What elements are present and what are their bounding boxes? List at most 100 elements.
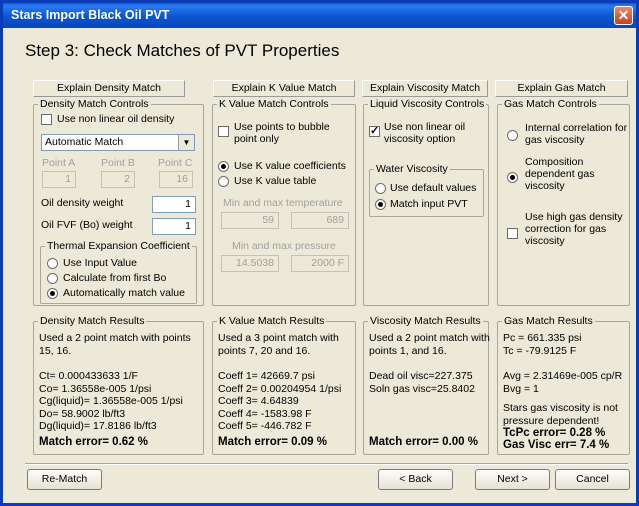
viscosity-controls-group: Liquid Viscosity Controls Use non linear… xyxy=(363,98,489,306)
gas-results-title: Gas Match Results xyxy=(502,315,595,327)
gas-controls-group: Gas Match Controls Internal correlation … xyxy=(497,98,630,306)
thermal-auto-radio[interactable] xyxy=(47,288,58,299)
rematch-button[interactable]: Re-Match xyxy=(27,469,102,490)
density-controls-group: Density Match Controls Use non linear oi… xyxy=(33,98,204,306)
oil-density-weight-label: Oil density weight xyxy=(41,197,124,209)
point-a-label: Point A xyxy=(42,157,76,169)
viscosity-results-summary: Used a 2 point match with points 1, and … xyxy=(369,332,490,357)
point-b-input[interactable]: 2 xyxy=(101,171,135,188)
gas-results-values: Avg = 2.31469e-005 cp/R Bvg = 1 xyxy=(503,370,623,395)
viscosity-controls-title: Liquid Viscosity Controls xyxy=(368,98,487,110)
point-c-label: Point C xyxy=(158,157,193,169)
kvalue-controls-group: K Value Match Controls Use points to bub… xyxy=(212,98,356,306)
viscosity-match-error: Match error= 0.00 % xyxy=(369,436,478,448)
kvalue-match-error: Match error= 0.09 % xyxy=(218,436,327,448)
viscosity-results-values: Dead oil visc=227.375 Soln gas visc=25.8… xyxy=(369,370,475,395)
viscosity-results-title: Viscosity Match Results xyxy=(368,315,483,327)
high-density-label-line1: Use high gas density xyxy=(525,211,623,223)
density-match-select[interactable]: Automatic Match ▼ xyxy=(41,134,195,151)
point-c-input[interactable]: 16 xyxy=(159,171,193,188)
high-density-label-line2: correction for gas xyxy=(525,223,607,235)
chevron-down-icon[interactable]: ▼ xyxy=(178,135,194,150)
bubble-point-label-line1: Use points to bubble xyxy=(234,121,330,133)
nonlinear-viscosity-label-line2: viscosity option xyxy=(384,133,456,145)
cancel-button[interactable]: Cancel xyxy=(555,469,630,490)
temp-max-input[interactable]: 689 xyxy=(291,212,349,229)
point-a-input[interactable]: 1 xyxy=(42,171,76,188)
kvalue-results-group: K Value Match Results Used a 3 point mat… xyxy=(212,315,356,455)
bubble-point-label-line2: point only xyxy=(234,133,279,145)
gas-composition-label-line1: Composition xyxy=(525,156,584,168)
gas-composition-label-line3: viscosity xyxy=(525,180,565,192)
pressure-min-input[interactable]: 14.5038 xyxy=(221,255,279,272)
kvalue-results-values: Coeff 1= 42669.7 psi Coeff 2= 0.00204954… xyxy=(218,370,342,432)
water-viscosity-title: Water Viscosity xyxy=(374,163,450,175)
title-bar: Stars Import Black Oil PVT ✕ xyxy=(3,3,636,28)
kvalue-table-radio[interactable] xyxy=(218,176,229,187)
pressure-max-input[interactable]: 2000 F xyxy=(291,255,349,272)
oil-fvf-weight-input[interactable]: 1 xyxy=(152,218,196,235)
water-match-radio[interactable] xyxy=(375,199,386,210)
water-default-label: Use default values xyxy=(390,182,477,194)
density-results-values: Ct= 0.000433633 1/F Co= 1.36558e-005 1/p… xyxy=(39,370,183,432)
density-results-title: Density Match Results xyxy=(38,315,147,327)
next-button[interactable]: Next > xyxy=(475,469,550,490)
bubble-point-checkbox[interactable] xyxy=(218,126,229,137)
water-default-radio[interactable] xyxy=(375,183,386,194)
kvalue-results-title: K Value Match Results xyxy=(217,315,327,327)
point-b-label: Point B xyxy=(101,157,135,169)
explain-gas-button[interactable]: Explain Gas Match xyxy=(495,80,628,97)
density-match-value: Automatic Match xyxy=(45,136,124,148)
kvalue-table-label: Use K value table xyxy=(234,175,317,187)
gas-results-note: Stars gas viscosity is not pressure depe… xyxy=(503,402,618,427)
density-controls-title: Density Match Controls xyxy=(38,98,151,110)
gas-internal-label-line1: Internal correlation for xyxy=(525,122,628,134)
oil-density-weight-input[interactable]: 1 xyxy=(152,196,196,213)
density-results-group: Density Match Results Used a 2 point mat… xyxy=(33,315,204,455)
gas-composition-label-line2: dependent gas xyxy=(525,168,595,180)
thermal-first-bo-label: Calculate from first Bo xyxy=(63,272,167,284)
kvalue-coeff-label: Use K value coefficients xyxy=(234,160,346,172)
gas-internal-radio[interactable] xyxy=(507,130,518,141)
gas-visc-error: Gas Visc err= 7.4 % xyxy=(503,439,610,451)
thermal-expansion-title: Thermal Expansion Coefficient xyxy=(45,240,192,252)
kvalue-coeff-radio[interactable] xyxy=(218,161,229,172)
kvalue-controls-title: K Value Match Controls xyxy=(217,98,331,110)
water-viscosity-group: Water Viscosity Use default values Match… xyxy=(369,163,484,217)
back-button[interactable]: < Back xyxy=(378,469,453,490)
nonlinear-viscosity-checkbox[interactable] xyxy=(369,124,380,137)
high-density-label-line3: viscosity xyxy=(525,235,565,247)
gas-results-group: Gas Match Results Pc = 661.335 psi Tc = … xyxy=(497,315,630,455)
thermal-first-bo-radio[interactable] xyxy=(47,273,58,284)
density-match-error: Match error= 0.62 % xyxy=(39,436,148,448)
thermal-input-label: Use Input Value xyxy=(63,257,137,269)
gas-results-summary: Pc = 661.335 psi Tc = -79.9125 F xyxy=(503,332,582,357)
high-density-checkbox[interactable] xyxy=(507,228,518,239)
pressure-range-label: Min and max pressure xyxy=(232,240,336,252)
density-results-summary: Used a 2 point match with points 15, 16. xyxy=(39,332,191,357)
thermal-auto-label: Automatically match value xyxy=(63,287,185,299)
nonlinear-viscosity-label-line1: Use non linear oil xyxy=(384,121,466,133)
water-match-label: Match input PVT xyxy=(390,198,468,210)
viscosity-results-group: Viscosity Match Results Used a 2 point m… xyxy=(363,315,490,455)
explain-density-button[interactable]: Explain Density Match xyxy=(33,80,185,97)
thermal-input-radio[interactable] xyxy=(47,258,58,269)
step-title: Step 3: Check Matches of PVT Properties xyxy=(25,41,340,60)
gas-internal-label-line2: gas viscosity xyxy=(525,134,585,146)
import-pvt-dialog: Stars Import Black Oil PVT ✕ Step 3: Che… xyxy=(0,0,639,506)
explain-kvalue-button[interactable]: Explain K Value Match xyxy=(213,80,355,97)
button-separator xyxy=(25,463,628,465)
thermal-expansion-group: Thermal Expansion Coefficient Use Input … xyxy=(40,240,197,304)
oil-fvf-weight-label: Oil FVF (Bo) weight xyxy=(41,219,133,231)
explain-viscosity-button[interactable]: Explain Viscosity Match xyxy=(362,80,488,97)
window-title: Stars Import Black Oil PVT xyxy=(11,8,170,22)
temp-range-label: Min and max temperature xyxy=(223,197,343,209)
nonlinear-density-label: Use non linear oil density xyxy=(57,113,175,125)
close-button[interactable]: ✕ xyxy=(614,6,633,25)
temp-min-input[interactable]: 59 xyxy=(221,212,279,229)
kvalue-results-summary: Used a 3 point match with points 7, 20 a… xyxy=(218,332,339,357)
gas-controls-title: Gas Match Controls xyxy=(502,98,599,110)
gas-composition-radio[interactable] xyxy=(507,172,518,183)
gas-tcpc-error: TcPc error= 0.28 % xyxy=(503,427,606,439)
nonlinear-density-checkbox[interactable] xyxy=(41,114,52,125)
